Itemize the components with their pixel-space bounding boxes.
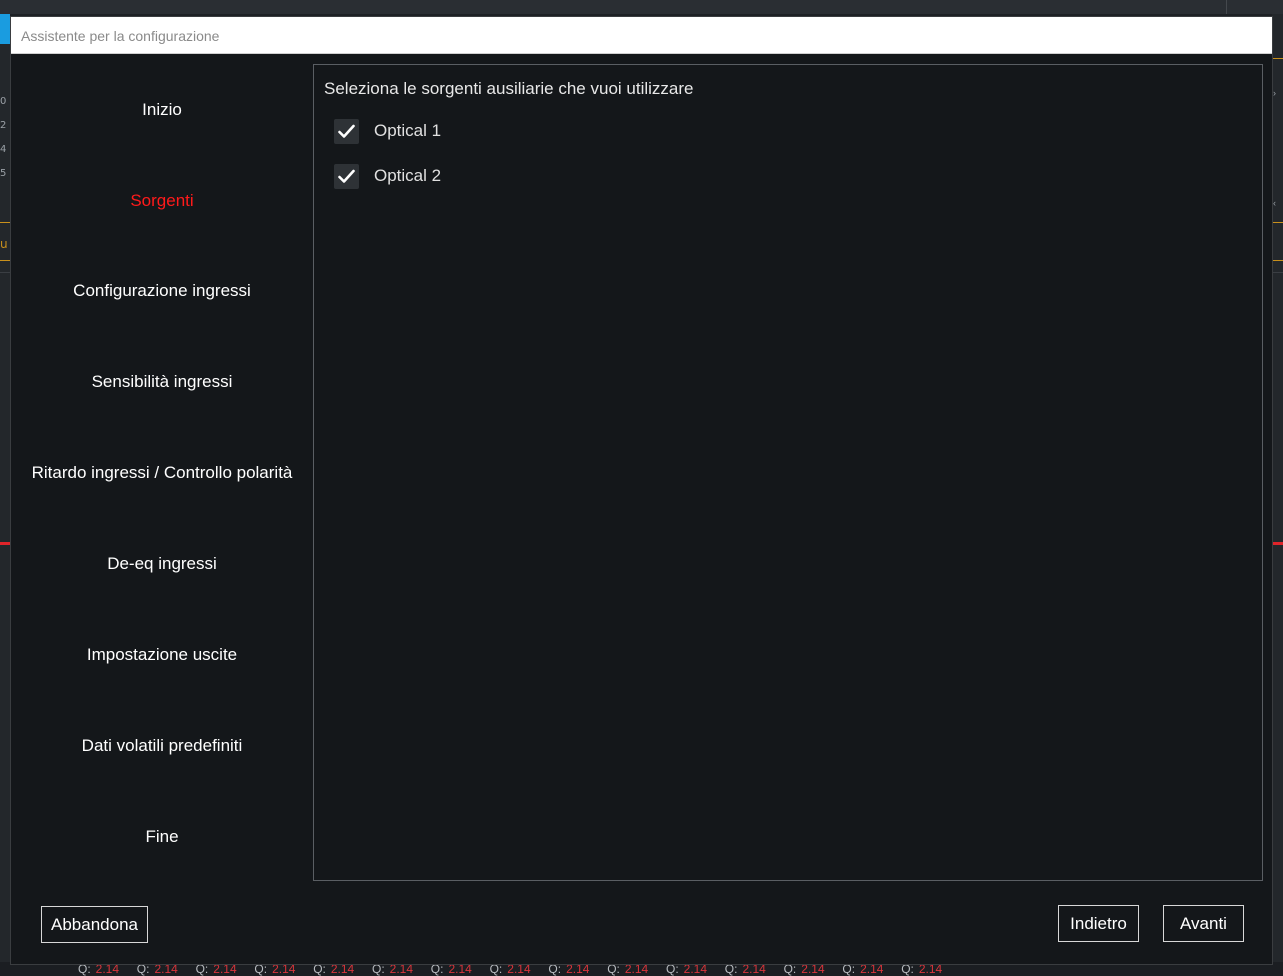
background-red-line — [1273, 542, 1283, 545]
checkmark-icon — [338, 124, 355, 138]
background-orange-line — [1273, 58, 1283, 59]
sidebar-item-de-eq-ingressi[interactable]: De-eq ingressi — [11, 554, 313, 574]
sidebar-item-sorgenti[interactable]: Sorgenti — [11, 191, 313, 211]
background-right-strip — [1272, 14, 1283, 976]
background-divider — [1273, 272, 1283, 273]
chevron-right-icon: › — [1273, 88, 1276, 98]
wizard-steps-sidebar: Inizio Sorgenti Configurazione ingressi … — [11, 54, 313, 894]
background-divider — [0, 272, 10, 273]
setup-wizard-dialog: Assistente per la configurazione Inizio … — [10, 16, 1273, 965]
sidebar-item-dati-volatili[interactable]: Dati volatili predefiniti — [11, 736, 313, 756]
background-blue-tab — [0, 14, 10, 44]
background-orange-line — [0, 222, 10, 223]
sidebar-item-impostazione-uscite[interactable]: Impostazione uscite — [11, 645, 313, 665]
next-button[interactable]: Avanti — [1163, 905, 1244, 942]
dialog-titlebar: Assistente per la configurazione — [11, 17, 1272, 54]
optical-1-checkbox[interactable] — [334, 119, 359, 144]
sidebar-item-sensibilita-ingressi[interactable]: Sensibilità ingressi — [11, 372, 313, 392]
sidebar-item-inizio[interactable]: Inizio — [11, 100, 313, 120]
back-button[interactable]: Indietro — [1058, 905, 1139, 942]
background-red-line — [0, 542, 10, 545]
optical-1-label: Optical 1 — [374, 121, 442, 140]
sidebar-item-fine[interactable]: Fine — [11, 827, 313, 847]
optical-2-label: Optical 2 — [374, 166, 442, 185]
sources-content-panel: Seleziona le sorgenti ausiliarie che vuo… — [313, 64, 1263, 881]
background-partial-text: u — [0, 237, 8, 251]
abandon-button[interactable]: Abbandona — [41, 906, 148, 943]
background-topbar-segment — [0, 0, 1227, 14]
checkmark-icon — [338, 169, 355, 183]
background-number: 5 — [0, 168, 7, 179]
content-heading: Seleziona le sorgenti ausiliarie che vuo… — [324, 79, 694, 98]
background-orange-line — [0, 260, 10, 261]
sidebar-item-configurazione-ingressi[interactable]: Configurazione ingressi — [11, 281, 313, 301]
background-number: 4 — [0, 144, 7, 155]
chevron-left-icon: ‹ — [1273, 198, 1276, 208]
sidebar-item-ritardo-ingressi[interactable]: Ritardo ingressi / Controllo polarità — [11, 463, 313, 483]
background-number: 0 — [0, 96, 7, 107]
background-left-strip: 0 2 4 5 u — [0, 44, 10, 976]
optical-2-checkbox[interactable] — [334, 164, 359, 189]
background-number: 2 — [0, 120, 7, 131]
dialog-title: Assistente per la configurazione — [21, 28, 220, 44]
background-orange-line — [1273, 260, 1283, 261]
background-orange-line — [1273, 222, 1283, 223]
background-topbar — [0, 0, 1283, 14]
